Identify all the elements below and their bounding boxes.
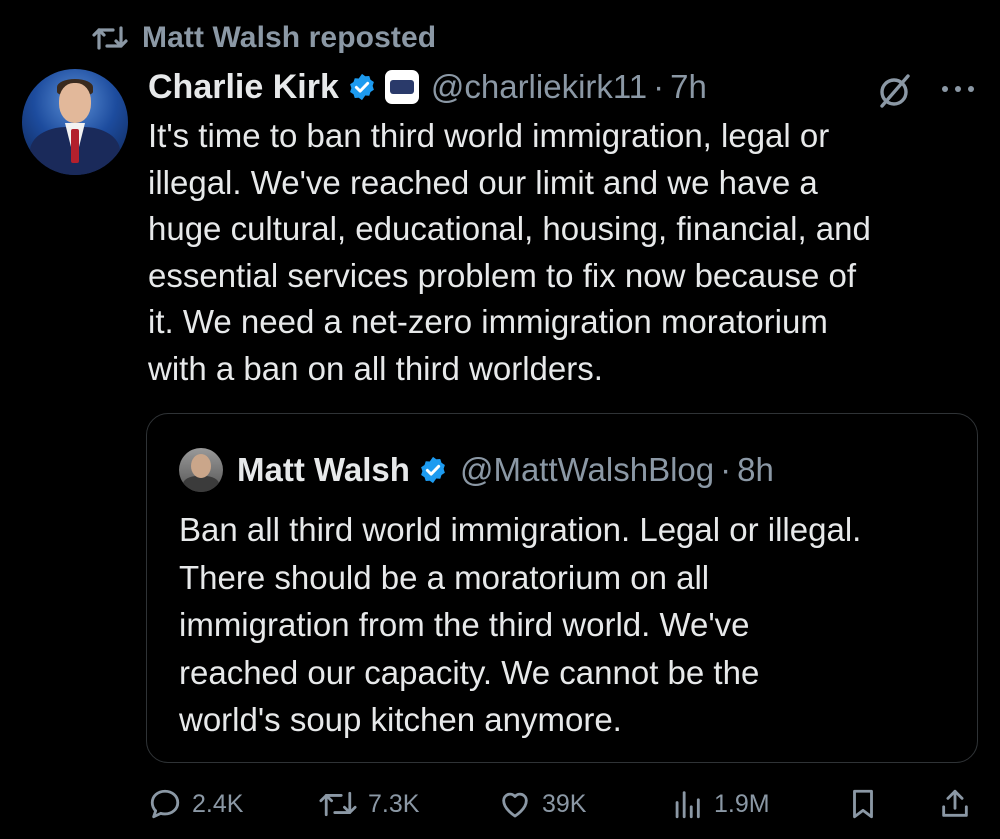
tweet-text: It's time to ban third world immigration… <box>148 117 871 387</box>
quoted-tweet-card[interactable]: Matt Walsh @MattWalshBlog · 8h Ban all t… <box>146 413 978 763</box>
dot-separator: · <box>653 68 665 105</box>
views-button[interactable]: 1.9M <box>670 784 770 824</box>
share-button[interactable] <box>938 784 972 824</box>
grok-icon[interactable] <box>874 70 914 110</box>
quoted-author-handle: @MattWalshBlog <box>459 451 715 488</box>
quoted-tweet-text: Ban all third world immigration. Legal o… <box>179 511 862 738</box>
more-options-icon[interactable] <box>942 86 974 96</box>
author-handle[interactable]: @charliekirk11 <box>431 68 647 106</box>
bookmark-icon <box>853 789 873 819</box>
repost-indicator[interactable]: Matt Walsh reposted <box>92 18 436 58</box>
like-icon <box>502 792 528 818</box>
quoted-tweet-header: Matt Walsh @MattWalshBlog · 8h <box>179 448 774 492</box>
like-button[interactable]: 39K <box>498 784 586 824</box>
reply-count: 2.4K <box>192 789 244 818</box>
reply-button[interactable]: 2.4K <box>148 784 243 824</box>
repost-count: 7.3K <box>368 789 420 818</box>
views-icon <box>675 791 700 819</box>
verified-badge-icon <box>421 456 445 484</box>
dot-separator: · <box>720 451 732 488</box>
affiliate-badge-icon[interactable] <box>384 70 419 104</box>
quoted-author-avatar <box>179 448 223 492</box>
verified-badge-icon <box>349 73 374 101</box>
tweet-action-bar: 2.4K 7.3K 39K 1.9M <box>148 784 978 824</box>
reply-icon <box>150 789 180 819</box>
view-count: 1.9M <box>714 789 770 818</box>
author-name[interactable]: Charlie Kirk <box>148 68 339 107</box>
bookmark-button[interactable] <box>846 784 880 824</box>
repost-label: Matt Walsh reposted <box>142 21 437 54</box>
tweet-header: Charlie Kirk @charliekirk11 · 7h <box>148 64 978 110</box>
repost-icon <box>92 26 128 50</box>
quoted-author-name: Matt Walsh <box>237 451 410 488</box>
repost-button[interactable]: 7.3K <box>318 784 419 824</box>
share-icon <box>942 789 968 817</box>
tweet-time[interactable]: 7h <box>670 68 707 106</box>
quoted-tweet-time: 8h <box>737 451 774 488</box>
repost-icon <box>319 791 357 817</box>
like-count: 39K <box>542 789 587 818</box>
author-avatar[interactable] <box>22 69 128 175</box>
